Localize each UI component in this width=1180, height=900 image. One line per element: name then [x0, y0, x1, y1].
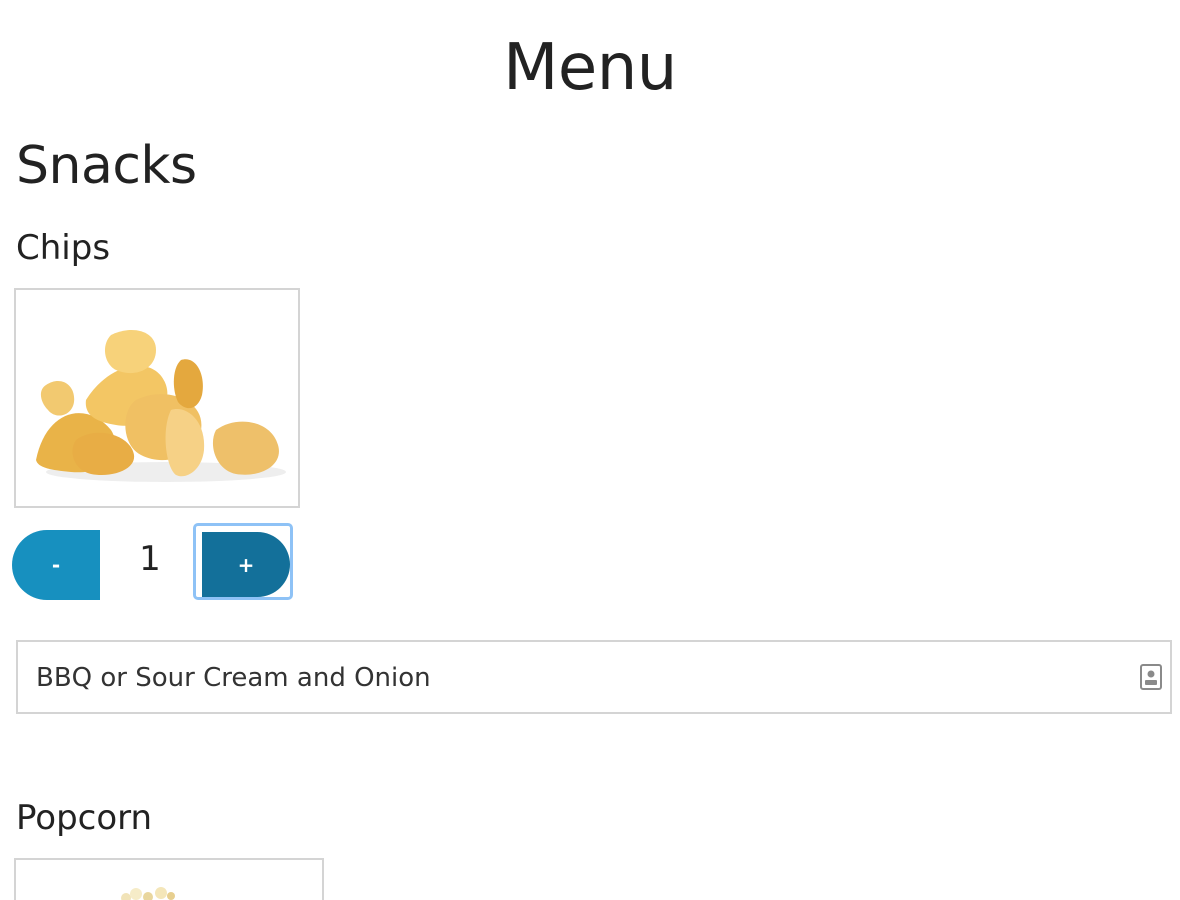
item-notes-field[interactable] [16, 640, 1172, 714]
popcorn-image [14, 858, 324, 900]
item-title-chips: Chips [16, 228, 111, 268]
increase-quantity-button[interactable]: + [202, 532, 290, 597]
quantity-value: 1 [139, 539, 161, 579]
decrease-quantity-button[interactable]: - [12, 530, 100, 600]
page-title: Menu [503, 31, 677, 105]
chips-image [14, 288, 300, 508]
menu-page: Menu Snacks Chips - 1 + BBQ or Sour Crea… [0, 0, 1180, 900]
item-notes-input[interactable] [34, 642, 1118, 714]
section-title-snacks: Snacks [16, 136, 197, 196]
popcorn-illustration [121, 887, 175, 900]
contact-card-icon[interactable] [1140, 664, 1162, 690]
increase-quantity-focus-ring: + [193, 523, 293, 600]
chips-illustration [36, 330, 286, 482]
item-title-popcorn: Popcorn [16, 798, 153, 838]
